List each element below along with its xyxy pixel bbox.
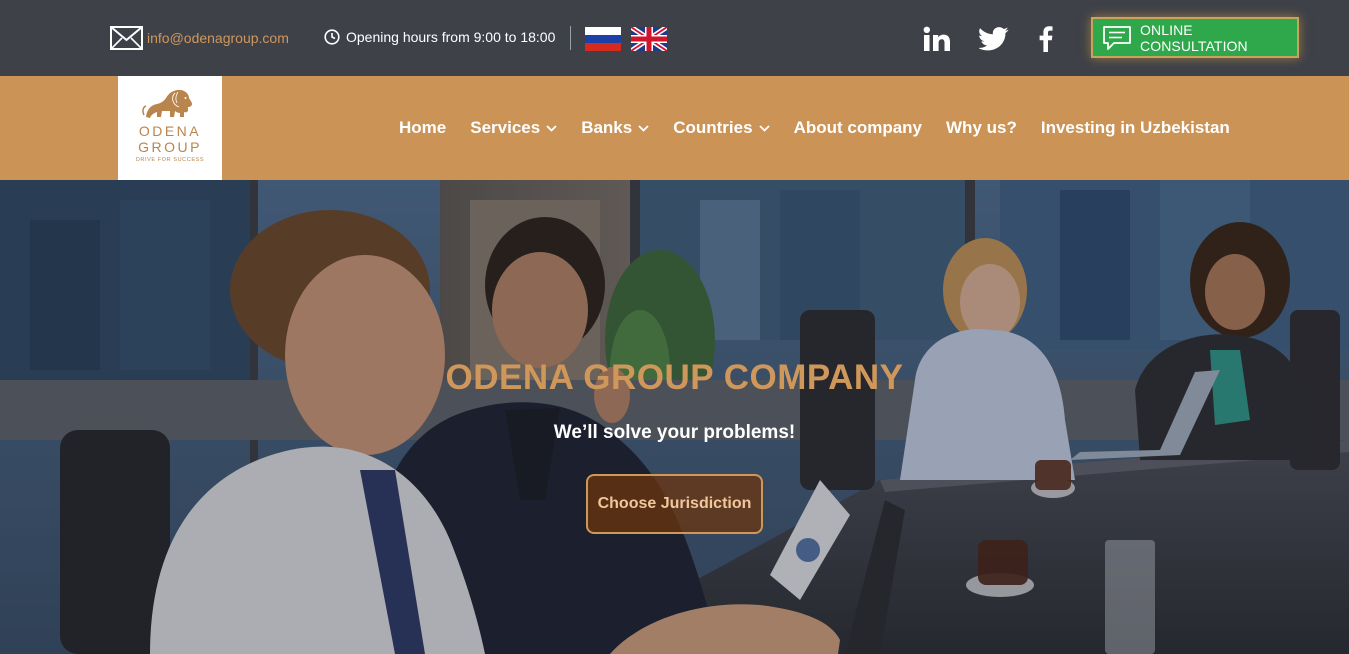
- nav-item-label: About company: [793, 118, 923, 137]
- logo-tagline: DRIVE FOR SUCCESS: [135, 157, 205, 163]
- hero-overlay: [0, 180, 1349, 654]
- lion-logo-icon: [142, 87, 198, 121]
- linkedin-icon[interactable]: [921, 24, 953, 54]
- nav-item-label: Services: [470, 118, 541, 137]
- hero-section: ODENA GROUP COMPANY We’ll solve your pro…: [0, 180, 1349, 654]
- top-bar: info@odenagroup.com Opening hours from 9…: [0, 0, 1349, 76]
- email-link[interactable]: info@odenagroup.com: [110, 26, 289, 50]
- company-logo[interactable]: ODENA GROUP DRIVE FOR SUCCESS: [118, 76, 222, 180]
- divider: [570, 26, 571, 50]
- choose-jurisdiction-label: Choose Jurisdiction: [597, 495, 752, 512]
- hero-title: ODENA GROUP COMPANY: [445, 358, 904, 397]
- chevron-down-icon: [638, 124, 649, 132]
- envelope-icon: [110, 26, 143, 50]
- twitter-icon[interactable]: [978, 24, 1010, 54]
- nav-item-home[interactable]: Home: [399, 118, 446, 138]
- nav-item-label: Banks: [581, 118, 633, 137]
- english-flag-icon[interactable]: [629, 24, 669, 54]
- hero-subtitle: We’ll solve your problems!: [553, 422, 796, 443]
- russian-flag-icon[interactable]: [585, 27, 621, 51]
- nav-item-label: Investing in Uzbekistan: [1040, 118, 1230, 137]
- facebook-icon[interactable]: [1030, 24, 1062, 54]
- nav-item-about-company[interactable]: About company: [794, 118, 922, 138]
- nav-item-label: Home: [399, 118, 447, 137]
- nav-item-investing-in-uzbekistan[interactable]: Investing in Uzbekistan: [1041, 118, 1230, 138]
- nav-item-banks[interactable]: Banks: [581, 118, 649, 138]
- opening-hours: Opening hours from 9:00 to 18:00: [324, 29, 555, 45]
- logo-text-line2: GROUP: [138, 139, 202, 155]
- hours-text: Opening hours from 9:00 to 18:00: [346, 29, 556, 45]
- nav-item-label: Why us?: [946, 118, 1017, 137]
- online-consultation-button[interactable]: ONLINE CONSULTATION: [1091, 17, 1299, 58]
- clock-icon: [324, 29, 340, 45]
- logo-text-line1: ODENA: [138, 123, 202, 139]
- nav-item-label: Countries: [673, 118, 753, 137]
- chevron-down-icon: [758, 124, 770, 132]
- consultation-label: ONLINE CONSULTATION: [1140, 21, 1248, 54]
- nav-item-countries[interactable]: Countries: [673, 118, 770, 138]
- nav-item-services[interactable]: Services: [470, 118, 557, 138]
- choose-jurisdiction-button[interactable]: Choose Jurisdiction: [586, 474, 763, 534]
- chat-icon: [1102, 25, 1132, 51]
- main-menu: Home Services Banks Countries About comp…: [399, 118, 1254, 138]
- chevron-down-icon: [546, 124, 557, 132]
- nav-item-why-us[interactable]: Why us?: [946, 118, 1017, 138]
- email-text: info@odenagroup.com: [147, 30, 289, 46]
